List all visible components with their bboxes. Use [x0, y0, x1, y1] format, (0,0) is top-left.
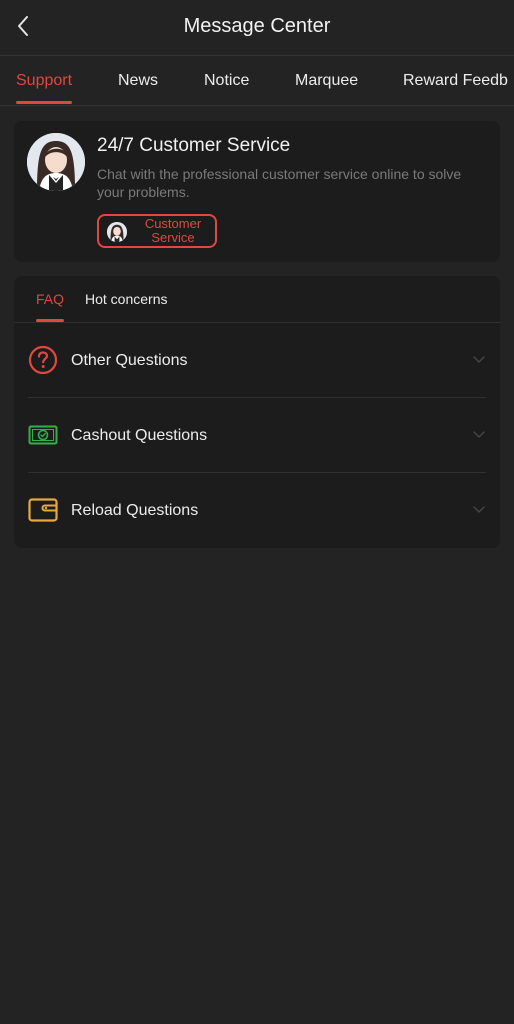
chevron-down-icon [473, 506, 485, 513]
tab-label: Support [16, 72, 73, 89]
question-circle-icon [28, 345, 58, 375]
tab-label: Hot concerns [85, 291, 168, 307]
header-bar: Message Center [0, 0, 514, 56]
customer-service-button[interactable]: Customer Service [97, 214, 217, 248]
tab-label: Marquee [295, 72, 359, 89]
agent-avatar [27, 133, 85, 191]
faq-item-reload-questions[interactable]: Reload Questions [28, 473, 486, 548]
service-description: Chat with the professional customer serv… [97, 166, 462, 200]
tab-support[interactable]: Support [16, 56, 73, 105]
tab-news[interactable]: News [118, 56, 159, 105]
tab-notice[interactable]: Notice [204, 56, 250, 105]
faq-item-label: Other Questions [71, 352, 188, 369]
active-tab-indicator [16, 101, 73, 104]
tab-label: Notice [204, 72, 250, 89]
customer-service-button-label: Customer Service [144, 216, 202, 245]
customer-service-card: 24/7 Customer Service Chat with the prof… [14, 121, 500, 262]
cash-icon [28, 425, 58, 445]
tab-reward-feedback[interactable]: Reward Feedb [403, 56, 508, 105]
tab-hot-concerns[interactable]: Hot concerns [85, 276, 167, 322]
chevron-left-icon [18, 16, 28, 36]
faq-item-label: Cashout Questions [71, 427, 208, 444]
faq-item-label: Reload Questions [71, 502, 199, 519]
page-title: Message Center [183, 15, 331, 37]
active-tab-indicator [36, 319, 65, 322]
chevron-down-icon [473, 431, 485, 438]
wallet-icon [28, 498, 58, 522]
tab-label: FAQ [36, 291, 65, 307]
faq-tab-bar: FAQ Hot concerns [14, 276, 500, 323]
top-tab-bar: Support News Notice Marquee Reward Feedb [0, 56, 514, 106]
back-button[interactable] [10, 10, 36, 42]
faq-item-cashout-questions[interactable]: Cashout Questions [28, 398, 486, 473]
chevron-down-icon [473, 356, 485, 363]
faq-item-other-questions[interactable]: Other Questions [28, 323, 486, 398]
tab-marquee[interactable]: Marquee [295, 56, 359, 105]
service-title: 24/7 Customer Service [97, 135, 291, 156]
tab-label: Reward Feedb [403, 72, 508, 89]
faq-card: FAQ Hot concerns Other Questions Cashout… [14, 276, 500, 548]
agent-mini-avatar [107, 222, 127, 242]
tab-faq[interactable]: FAQ [36, 276, 65, 322]
tab-label: News [118, 72, 159, 89]
